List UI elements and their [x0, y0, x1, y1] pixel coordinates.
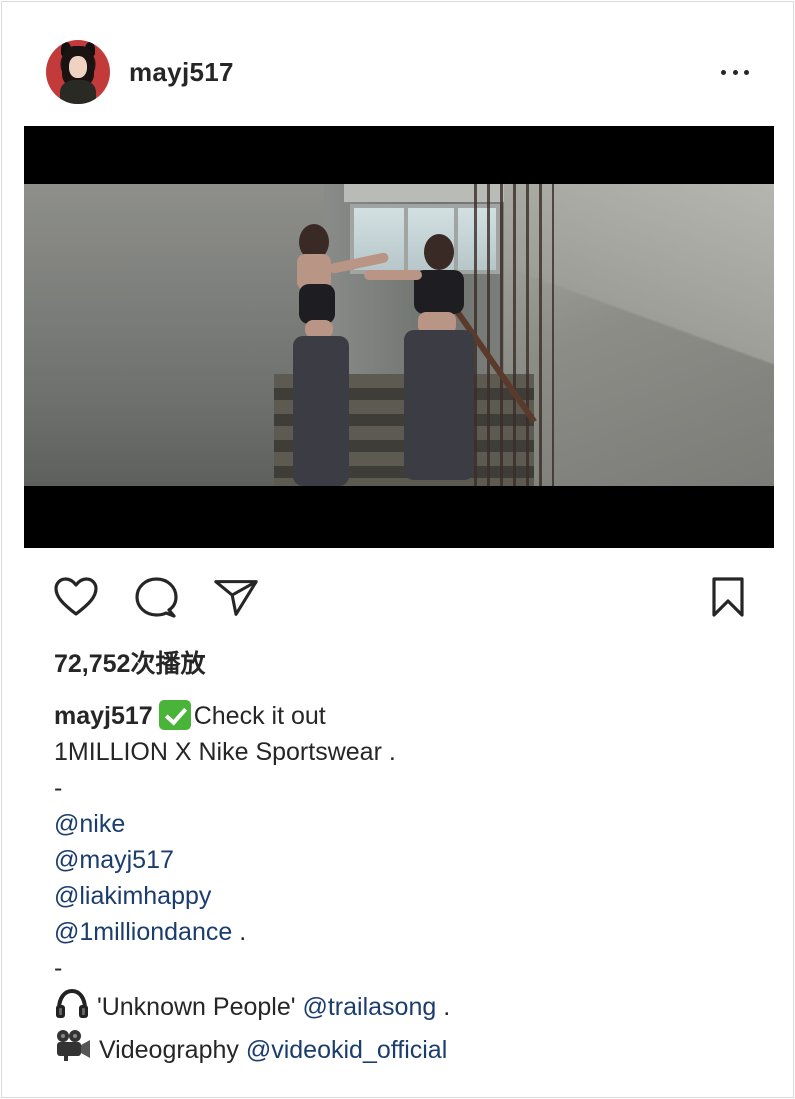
mention-link[interactable]: @nike — [54, 810, 125, 838]
check-mark-emoji — [158, 700, 191, 730]
bookmark-icon[interactable] — [704, 574, 752, 620]
mention-link[interactable]: @mayj517 — [54, 846, 174, 874]
video-credit-line: Videography @videokid_official — [54, 1028, 754, 1070]
music-credit-line: 'Unknown People' @trailasong . — [54, 986, 754, 1028]
comment-icon[interactable] — [132, 574, 180, 620]
mention-link[interactable]: @liakimhappy — [54, 882, 211, 910]
movie-camera-emoji — [57, 1030, 90, 1061]
music-artist-mention[interactable]: @trailasong — [302, 993, 436, 1021]
more-options-icon[interactable] — [717, 60, 753, 84]
video-player[interactable] — [24, 126, 774, 548]
heart-icon[interactable] — [52, 574, 100, 620]
post-card: mayj517 72,752次播放 mayj517 Check it out 1… — [1, 1, 794, 1098]
video-credit-mention[interactable]: @videokid_official — [246, 1036, 447, 1064]
caption-headline: Check it out — [193, 702, 326, 730]
caption-separator: - — [54, 954, 63, 982]
caption-line-1: 1MILLION X Nike Sportswear . — [54, 738, 396, 766]
post-username[interactable]: mayj517 — [129, 57, 234, 88]
avatar[interactable] — [46, 40, 110, 104]
video-label: Videography — [98, 1036, 239, 1064]
caption-owner[interactable]: mayj517 — [54, 702, 153, 730]
send-icon[interactable] — [212, 574, 260, 620]
post-header: mayj517 — [46, 40, 753, 104]
mention-suffix: . — [232, 918, 247, 946]
headphones-emoji — [56, 988, 88, 1018]
caption: mayj517 Check it out 1MILLION X Nike Spor… — [54, 698, 754, 1070]
mention-link[interactable]: @1milliondance — [54, 918, 232, 946]
caption-separator: - — [54, 774, 63, 802]
music-suffix: . — [436, 993, 451, 1021]
music-title: 'Unknown People' — [96, 993, 296, 1021]
view-count: 72,752次播放 — [54, 650, 206, 678]
video-frame — [24, 184, 774, 486]
caption-headline-line: mayj517 Check it out — [54, 698, 754, 734]
action-bar — [52, 574, 752, 620]
